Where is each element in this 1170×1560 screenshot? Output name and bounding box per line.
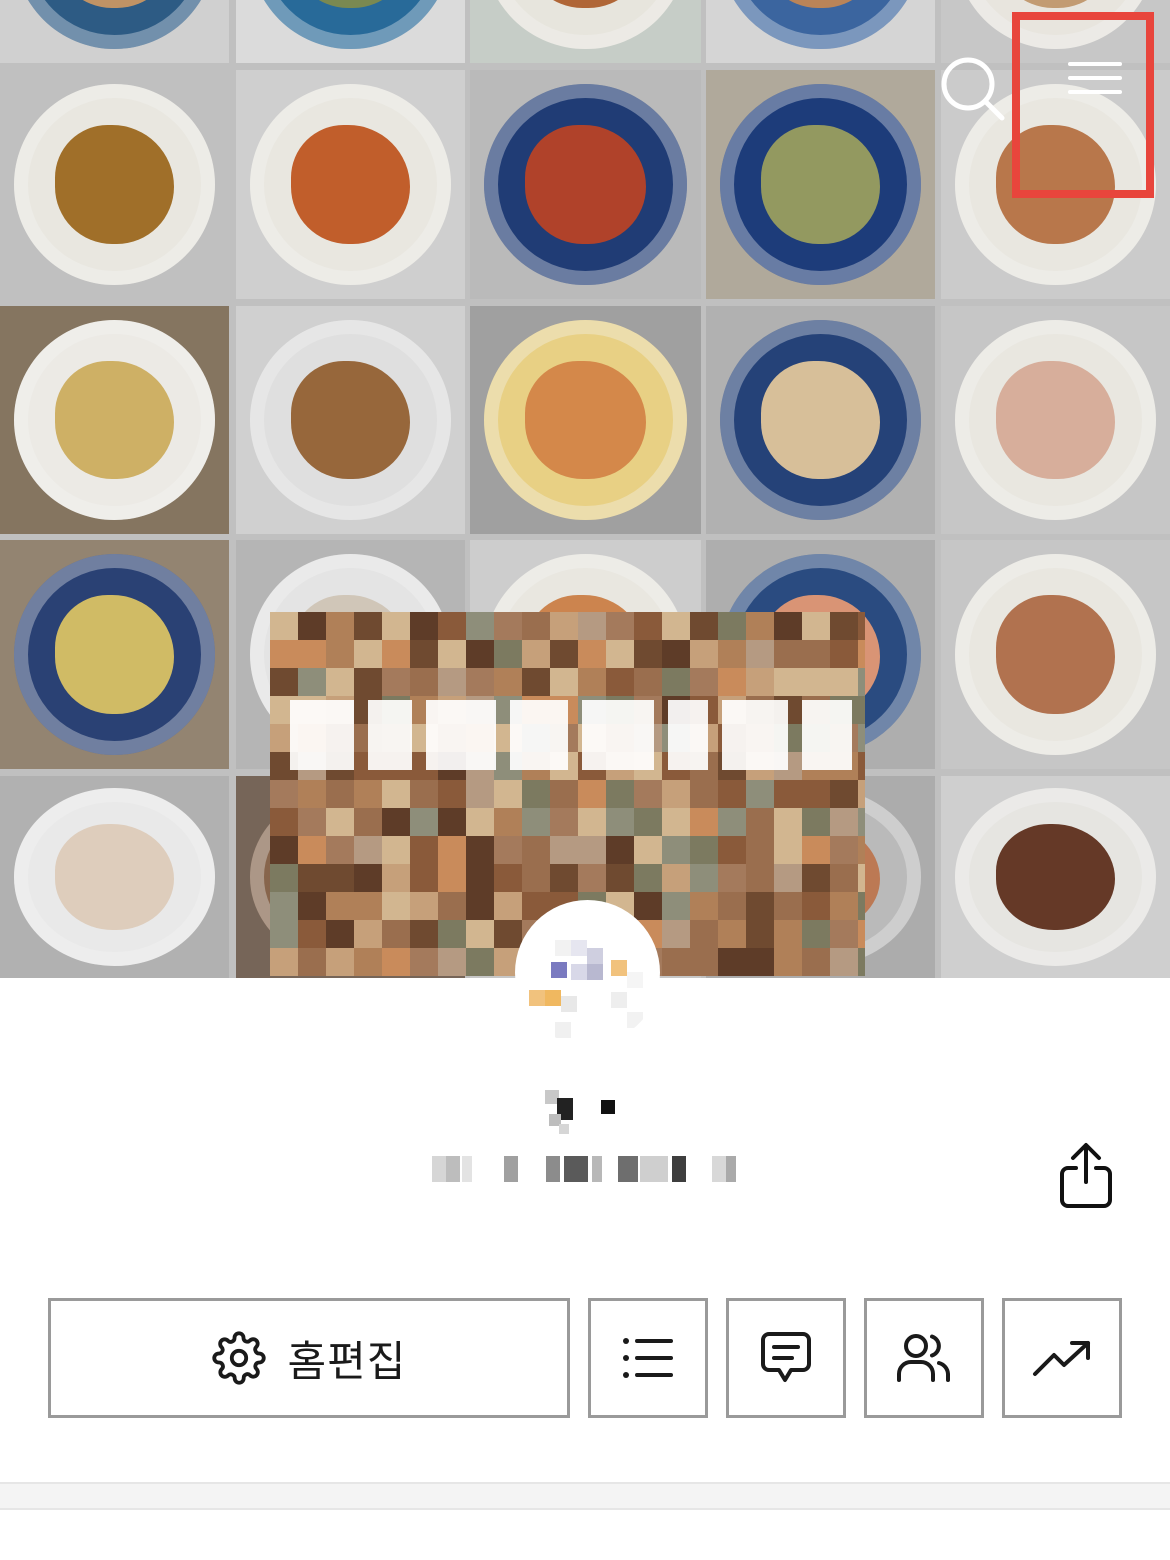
gear-icon: [211, 1331, 266, 1385]
avatar[interactable]: [515, 900, 660, 1045]
profile-nickname: [545, 1084, 625, 1134]
edit-home-button[interactable]: 홈편집: [48, 1298, 570, 1418]
section-divider: [0, 1482, 1170, 1510]
stats-button[interactable]: [1002, 1298, 1122, 1418]
comment-icon: [761, 1332, 811, 1382]
search-button[interactable]: [940, 56, 1006, 122]
list-icon: [623, 1338, 673, 1378]
trending-up-icon: [1033, 1341, 1090, 1376]
pixelated-banner-text: [290, 700, 880, 770]
profile-description: [432, 1152, 736, 1186]
users-icon: [897, 1334, 950, 1382]
action-bar: 홈편집: [48, 1298, 1122, 1418]
list-button[interactable]: [588, 1298, 708, 1418]
search-icon: [941, 57, 1005, 121]
highlight-box: [1012, 12, 1154, 198]
comment-button[interactable]: [726, 1298, 846, 1418]
users-button[interactable]: [864, 1298, 984, 1418]
share-button[interactable]: [1056, 1140, 1116, 1210]
edit-home-label: 홈편집: [287, 1336, 407, 1386]
share-icon: [1060, 1143, 1112, 1208]
cover-image: [0, 0, 1170, 978]
